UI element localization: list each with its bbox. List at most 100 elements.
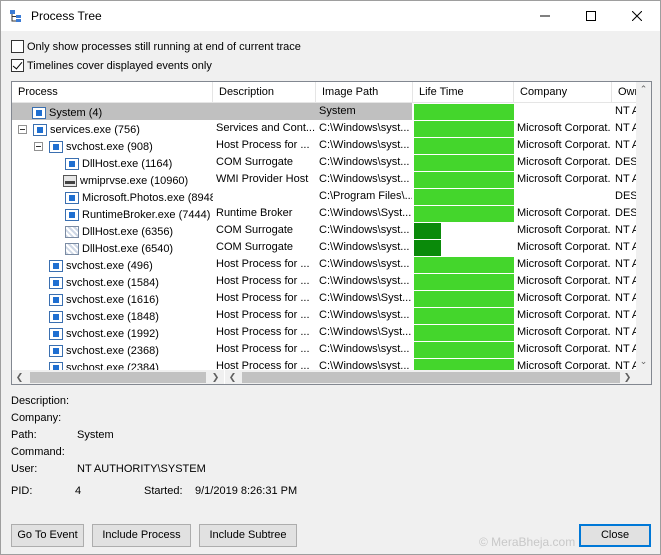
image-path-cell: C:\Windows\syst... (319, 343, 410, 355)
process-cell[interactable]: svchost.exe (1584) (47, 273, 213, 290)
image-path-cell: System (319, 105, 356, 117)
process-cell[interactable]: wmiprvse.exe (10960) (61, 171, 213, 188)
table-row[interactable]: svchost.exe (908) Host Process for ... C:\… (12, 137, 651, 154)
table-row[interactable]: DllHost.exe (6356) COM Surrogate C:\Window… (12, 222, 651, 239)
process-cell[interactable]: svchost.exe (908) (32, 137, 213, 154)
process-name: svchost.exe (1584) (66, 276, 159, 289)
process-cell[interactable]: svchost.exe (1616) (47, 290, 213, 307)
process-cell[interactable]: RuntimeBroker.exe (7444) (63, 205, 213, 222)
table-row[interactable]: System (4) System NT A (12, 103, 651, 120)
table-row[interactable]: services.exe (756) Services and Cont... C:… (12, 120, 651, 137)
process-cell[interactable]: svchost.exe (496) (47, 256, 213, 273)
process-cell[interactable]: svchost.exe (1992) (47, 324, 213, 341)
description-cell: COM Surrogate (216, 156, 294, 168)
include-subtree-button[interactable]: Include Subtree (199, 524, 297, 547)
process-column-scrollbar[interactable]: ❮ ❯ (12, 370, 224, 384)
maximize-icon (586, 11, 596, 21)
description-cell: Host Process for ... (216, 343, 310, 355)
user-label: User: (11, 463, 38, 475)
scroll-left-icon[interactable]: ❮ (225, 370, 240, 384)
column-image-path[interactable]: Image Path (316, 82, 413, 103)
process-name: svchost.exe (496) (66, 259, 153, 272)
process-cell[interactable]: svchost.exe (2384) (47, 358, 213, 370)
scroll-left-icon[interactable]: ❮ (12, 370, 27, 384)
process-icon (65, 157, 79, 170)
company-cell: Microsoft Corporat... (517, 156, 611, 168)
process-cell[interactable]: DllHost.exe (6540) (63, 239, 213, 256)
scroll-right-icon[interactable]: ❯ (208, 370, 223, 384)
process-icon (65, 242, 79, 255)
table-row[interactable]: DllHost.exe (6540) COM Surrogate C:\Window… (12, 239, 651, 256)
life-time-bar (414, 274, 514, 290)
title-bar[interactable]: Process Tree (1, 1, 660, 31)
table-row[interactable]: svchost.exe (1616) Host Process for ... C:… (12, 290, 651, 307)
timelines-label: Timelines cover displayed events only (27, 59, 212, 72)
company-cell: Microsoft Corporat... (517, 343, 611, 355)
maximize-button[interactable] (568, 1, 614, 31)
description-cell: Runtime Broker (216, 207, 293, 219)
image-path-cell: C:\Windows\syst... (319, 275, 410, 287)
close-window-button[interactable] (614, 1, 660, 31)
table-row[interactable]: svchost.exe (1848) Host Process for ... C:… (12, 307, 651, 324)
process-icon (49, 310, 63, 323)
scroll-up-icon[interactable]: ⌃ (636, 82, 651, 97)
process-cell[interactable]: DllHost.exe (1164) (63, 154, 213, 171)
watermark: © MeraBheja.com (479, 535, 576, 549)
column-description[interactable]: Description (213, 82, 316, 103)
process-cell[interactable]: System (4) (30, 103, 213, 120)
scrollbar-thumb[interactable] (30, 372, 206, 383)
table-row[interactable]: Microsoft.Photos.exe (8948) C:\Program Fi… (12, 188, 651, 205)
timelines-option[interactable]: Timelines cover displayed events only (11, 59, 212, 72)
description-cell: Host Process for ... (216, 292, 310, 304)
process-cell[interactable]: services.exe (756) (16, 120, 213, 137)
scroll-down-icon[interactable]: ⌄ (636, 354, 651, 369)
description-cell: Host Process for ... (216, 326, 310, 338)
grid-header: Process Description Image Path Life Time… (12, 82, 651, 103)
close-button[interactable]: Close (579, 524, 651, 547)
life-time-bar (414, 155, 514, 171)
scroll-right-icon[interactable]: ❯ (620, 370, 635, 384)
process-cell[interactable]: Microsoft.Photos.exe (8948) (63, 188, 213, 205)
process-cell[interactable]: svchost.exe (2368) (47, 341, 213, 358)
table-row[interactable]: svchost.exe (1992) Host Process for ... C:… (12, 324, 651, 341)
table-row[interactable]: RuntimeBroker.exe (7444) Runtime Broker C:… (12, 205, 651, 222)
table-row[interactable]: svchost.exe (1584) Host Process for ... C:… (12, 273, 651, 290)
process-name: svchost.exe (1848) (66, 310, 159, 323)
collapse-icon[interactable] (34, 142, 43, 151)
process-cell[interactable]: svchost.exe (1848) (47, 307, 213, 324)
process-tree-window: Process Tree Only show processes still r… (0, 0, 661, 555)
column-company[interactable]: Company (514, 82, 612, 103)
life-time-bar (414, 359, 514, 370)
process-icon (49, 259, 63, 272)
timelines-checkbox[interactable] (11, 59, 24, 72)
table-row[interactable]: DllHost.exe (1164) COM Surrogate C:\Window… (12, 154, 651, 171)
running-only-checkbox[interactable] (11, 40, 24, 53)
data-columns-scrollbar[interactable]: ❮ ❯ (225, 370, 636, 384)
minimize-button[interactable] (522, 1, 568, 31)
column-process[interactable]: Process (12, 82, 213, 103)
minimize-icon (540, 15, 550, 17)
image-path-cell: C:\Windows\syst... (319, 309, 410, 321)
image-path-cell: C:\Windows\Syst... (319, 326, 412, 338)
column-life-time[interactable]: Life Time (413, 82, 514, 103)
description-label: Description: (11, 395, 70, 407)
table-row[interactable]: svchost.exe (2368) Host Process for ... C:… (12, 341, 651, 358)
vertical-scrollbar[interactable]: ⌃ ⌄ (636, 82, 651, 370)
running-only-option[interactable]: Only show processes still running at end… (11, 40, 301, 53)
collapse-icon[interactable] (18, 125, 27, 134)
table-row[interactable]: svchost.exe (496) Host Process for ... C:\… (12, 256, 651, 273)
image-path-cell: C:\Windows\syst... (319, 139, 410, 151)
scrollbar-thumb[interactable] (242, 372, 620, 383)
go-to-event-button[interactable]: Go To Event (11, 524, 84, 547)
process-cell[interactable]: DllHost.exe (6356) (63, 222, 213, 239)
process-grid[interactable]: Process Description Image Path Life Time… (11, 81, 652, 385)
life-time-bar (414, 240, 441, 256)
include-process-button[interactable]: Include Process (92, 524, 191, 547)
started-label: Started: (144, 485, 183, 497)
table-row[interactable]: wmiprvse.exe (10960) WMI Provider Host C:\… (12, 171, 651, 188)
table-row[interactable]: svchost.exe (2384) Host Process for ... C:… (12, 358, 651, 370)
company-cell (515, 188, 611, 205)
company-cell: Microsoft Corporat... (517, 326, 611, 338)
pid-value: 4 (75, 485, 82, 497)
image-path-cell: C:\Windows\Syst... (319, 292, 412, 304)
